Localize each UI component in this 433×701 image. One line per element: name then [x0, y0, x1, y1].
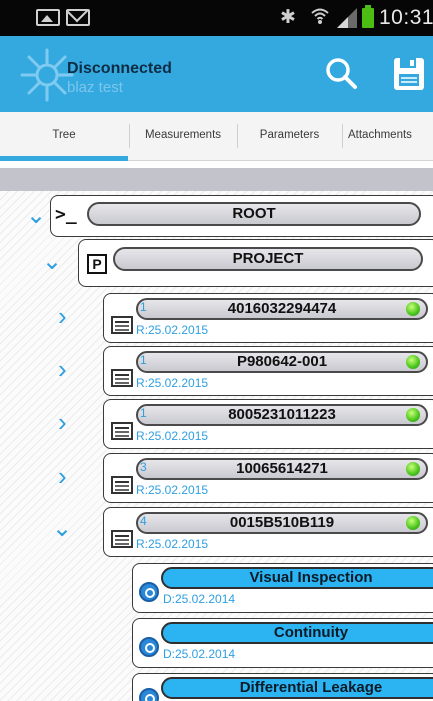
- tab-tree[interactable]: Tree: [0, 112, 128, 161]
- tree-node-device[interactable]: P980642-001 1 R:25.02.2015: [103, 346, 433, 396]
- measurement-icon: [139, 582, 159, 602]
- device-id: P980642-001: [136, 351, 428, 373]
- app-screen: ✱ 10:31 Disconnected blaz test Tree Meas…: [0, 0, 433, 701]
- status-ok-icon: [406, 408, 420, 422]
- measurement-label: Differential Leakage: [161, 677, 433, 699]
- status-ok-icon: [406, 462, 420, 476]
- measurement-label: Visual Inspection: [161, 567, 433, 589]
- status-bar: ✱ 10:31: [0, 0, 433, 36]
- measurement-label: Continuity: [161, 622, 433, 644]
- tree-node-root[interactable]: >_ ROOT: [50, 195, 433, 237]
- signal-icon: [337, 8, 357, 28]
- chevron-right-icon[interactable]: ›: [58, 354, 67, 385]
- device-date: R:25.02.2015: [136, 429, 209, 443]
- tree-node-measurement[interactable]: Differential Leakage: [132, 673, 433, 701]
- device-id-text: 0015B510B119: [229, 514, 335, 531]
- status-time: 10:31: [379, 6, 433, 29]
- measurement-date: D:25.02.2014: [163, 647, 236, 661]
- divider: [0, 161, 433, 168]
- measurement-icon: [139, 688, 159, 701]
- chevron-down-icon[interactable]: ⌄: [52, 514, 72, 543]
- wifi-icon: [311, 8, 329, 24]
- device-index: 1: [140, 353, 147, 367]
- bluetooth-icon: ✱: [280, 7, 296, 28]
- tree-node-device[interactable]: 10065614271 3 R:25.02.2015: [103, 453, 433, 503]
- image-icon: [36, 9, 60, 26]
- tree-node-measurement[interactable]: Visual Inspection D:25.02.2014: [132, 563, 433, 613]
- project-label: PROJECT: [113, 247, 423, 271]
- device-index: 4: [140, 514, 147, 528]
- tab-parameters[interactable]: Parameters: [238, 112, 341, 161]
- connection-subtitle: blaz test: [67, 79, 123, 96]
- status-ok-icon: [406, 355, 420, 369]
- device-index: 1: [140, 300, 147, 314]
- action-bar: Disconnected blaz test: [0, 36, 433, 112]
- device-icon: [111, 530, 133, 548]
- tree-node-device[interactable]: 0015B510B119 4 R:25.02.2015: [103, 507, 433, 557]
- save-icon[interactable]: [388, 52, 433, 96]
- device-icon: [111, 476, 133, 494]
- device-index: 1: [140, 406, 147, 420]
- device-icon: [111, 422, 133, 440]
- device-id-text: 10065614271: [236, 460, 328, 477]
- tab-measurements[interactable]: Measurements: [130, 112, 236, 161]
- device-date: R:25.02.2015: [136, 537, 209, 551]
- tree-view[interactable]: ⌄ >_ ROOT ⌄ P PROJECT › 4016032294474 1: [0, 191, 433, 701]
- measurement-date: D:25.02.2014: [163, 592, 236, 606]
- chevron-right-icon[interactable]: ›: [58, 301, 67, 332]
- device-icon: [111, 369, 133, 387]
- chevron-right-icon[interactable]: ›: [58, 407, 67, 438]
- device-id: 8005231011223: [136, 404, 428, 426]
- battery-icon: [362, 5, 374, 28]
- device-index: 3: [140, 460, 147, 474]
- tree-node-measurement[interactable]: Continuity D:25.02.2014: [132, 618, 433, 668]
- project-p-icon: P: [87, 254, 107, 274]
- status-ok-icon: [406, 302, 420, 316]
- tree-node-device[interactable]: 4016032294474 1 R:25.02.2015: [103, 293, 433, 343]
- device-id: 0015B510B119: [136, 512, 428, 534]
- tree-node-project[interactable]: P PROJECT: [78, 239, 433, 287]
- chevron-down-icon[interactable]: ⌄: [42, 247, 62, 276]
- status-ok-icon: [406, 516, 420, 530]
- tab-attachments[interactable]: Attachments: [344, 112, 433, 161]
- tab-bar: Tree Measurements Parameters Attachments: [0, 112, 433, 161]
- device-date: R:25.02.2015: [136, 323, 209, 337]
- chevron-down-icon[interactable]: ⌄: [26, 201, 46, 230]
- measurement-icon: [139, 637, 159, 657]
- tree-node-device[interactable]: 8005231011223 1 R:25.02.2015: [103, 399, 433, 449]
- terminal-icon: >_: [55, 204, 77, 225]
- device-date: R:25.02.2015: [136, 376, 209, 390]
- search-icon[interactable]: [320, 52, 364, 96]
- chevron-right-icon[interactable]: ›: [58, 461, 67, 492]
- mail-icon: [66, 9, 90, 26]
- device-date: R:25.02.2015: [136, 483, 209, 497]
- tree-header-band: [0, 168, 433, 191]
- device-id: 4016032294474: [136, 298, 428, 320]
- device-id: 10065614271: [136, 458, 428, 480]
- device-id-text: 4016032294474: [227, 300, 337, 317]
- connection-status: Disconnected: [67, 60, 172, 77]
- tab-divider: [342, 124, 343, 148]
- device-id-text: P980642-001: [236, 353, 328, 370]
- root-label: ROOT: [87, 202, 421, 226]
- device-icon: [111, 316, 133, 334]
- device-id-text: 8005231011223: [228, 406, 336, 423]
